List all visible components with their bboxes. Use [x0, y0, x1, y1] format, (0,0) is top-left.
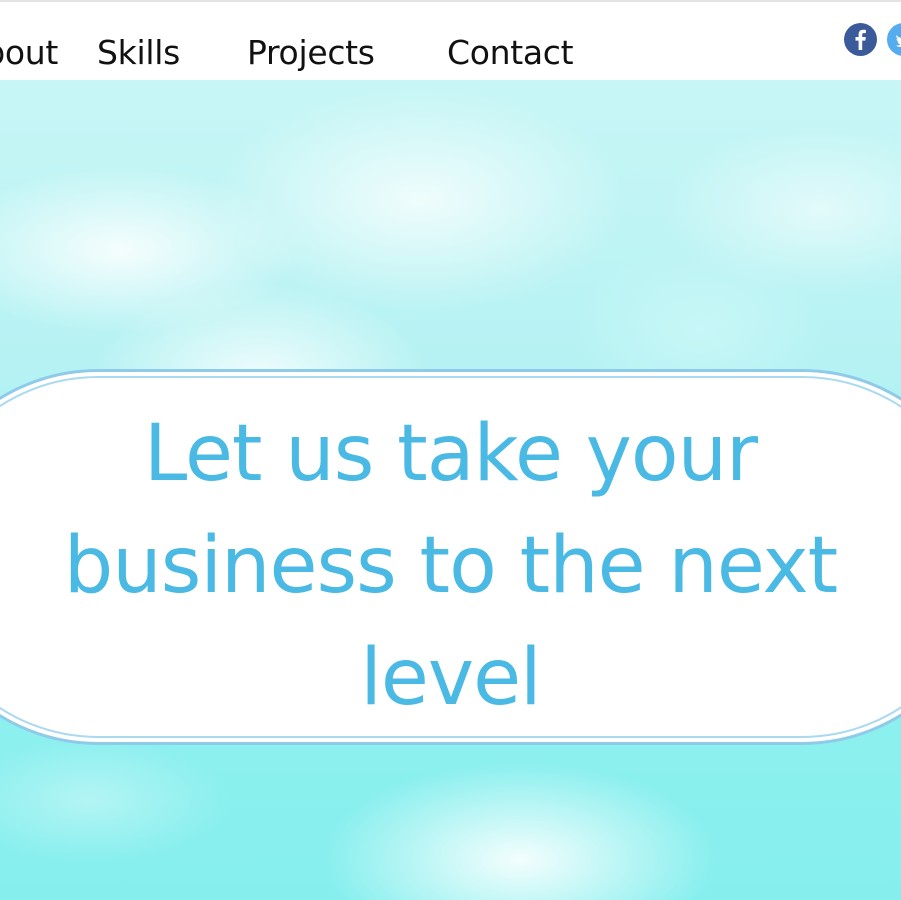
nav-about[interactable]: About	[0, 33, 58, 73]
twitter-icon	[895, 35, 901, 47]
nav-contact[interactable]: Contact	[447, 33, 574, 73]
nav-skills[interactable]: Skills	[97, 33, 180, 73]
nav-projects[interactable]: Projects	[247, 33, 375, 73]
facebook-link[interactable]	[844, 23, 877, 56]
hero-section: Let us take your business to the next le…	[0, 80, 901, 900]
hero-headline: Let us take your business to the next le…	[63, 409, 838, 723]
twitter-link[interactable]	[887, 23, 901, 56]
page: About Skills Projects Contact Let us tak…	[0, 0, 901, 900]
navbar: About Skills Projects Contact	[0, 2, 901, 80]
facebook-icon	[855, 29, 866, 50]
